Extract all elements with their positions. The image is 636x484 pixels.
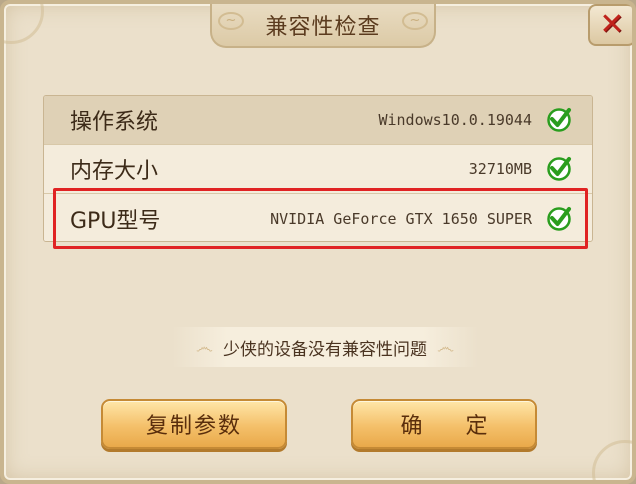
compatibility-dialog: ~ 兼容性检查 ~ ✕ 操作系统 Windows10.0.19044 内存大小 … [0,0,636,484]
status-bar: ෴ 少侠的设备没有兼容性问题 ෴ [172,327,478,367]
green-check-icon [547,108,571,132]
table-row-memory: 内存大小 32710MB [44,145,592,194]
green-check-icon [547,157,571,181]
gpu-row-highlight [53,188,588,249]
close-icon: ✕ [599,7,625,42]
close-button[interactable]: ✕ [588,4,632,46]
confirm-button[interactable]: 确 定 [351,399,537,449]
confirm-label: 确 定 [400,414,506,439]
cloud-swirl-icon: ~ [218,12,244,30]
row-value: Windows10.0.19044 [378,111,532,129]
cloud-swirl-icon: ෴ [437,336,455,358]
row-value: 32710MB [468,160,532,178]
dialog-title: 兼容性检查 [265,15,381,40]
row-label: 内存大小 [70,159,159,184]
row-label: 操作系统 [70,110,159,135]
copy-params-label: 复制参数 [145,414,242,439]
cloud-swirl-icon: ~ [402,12,428,30]
copy-params-button[interactable]: 复制参数 [101,399,287,449]
status-message: 少侠的设备没有兼容性问题 [223,339,427,360]
table-row-os: 操作系统 Windows10.0.19044 [44,96,592,145]
cloud-swirl-icon: ෴ [195,336,213,358]
title-tab: ~ 兼容性检查 ~ [210,4,436,48]
